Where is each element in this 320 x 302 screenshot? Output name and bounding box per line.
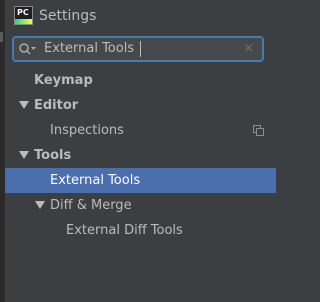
tree-item-editor[interactable]: Editor: [5, 93, 276, 118]
expand-arrow-icon[interactable]: [35, 201, 45, 209]
tree-item-label: Tools: [34, 148, 72, 163]
search-input[interactable]: External Tools ×: [12, 36, 264, 62]
settings-tree: Keymap Editor Inspections Tools External…: [5, 68, 276, 243]
tree-item-label: External Tools: [50, 173, 141, 188]
settings-window: PC Settings External Tools × Keymap Edit…: [0, 0, 276, 302]
edge-marker: [0, 32, 3, 42]
tree-item-external-tools[interactable]: External Tools: [5, 168, 276, 193]
text-caret: [140, 41, 141, 57]
tree-item-external-diff-tools[interactable]: External Diff Tools: [5, 218, 276, 243]
window-title: Settings: [39, 8, 97, 24]
search-icon[interactable]: [18, 42, 38, 56]
tree-item-inspections[interactable]: Inspections: [5, 118, 276, 143]
tree-item-label: Editor: [34, 98, 79, 113]
tree-item-keymap[interactable]: Keymap: [5, 68, 276, 93]
title-bar[interactable]: PC Settings: [5, 0, 276, 32]
tree-item-label: Inspections: [50, 123, 124, 138]
tree-item-label: Diff & Merge: [50, 198, 132, 213]
clear-icon[interactable]: ×: [243, 41, 254, 57]
tree-item-tools[interactable]: Tools: [5, 143, 276, 168]
tree-item-label: External Diff Tools: [66, 223, 183, 238]
tree-item-diff-merge[interactable]: Diff & Merge: [5, 193, 276, 218]
app-logo-icon: PC: [14, 6, 33, 25]
logo-stripe: [15, 19, 32, 24]
logo-text: PC: [17, 8, 29, 17]
project-settings-icon: [253, 125, 264, 136]
tree-item-label: Keymap: [34, 73, 93, 88]
expand-arrow-icon[interactable]: [19, 101, 29, 109]
search-value[interactable]: External Tools: [44, 41, 134, 57]
expand-arrow-icon[interactable]: [19, 151, 29, 159]
